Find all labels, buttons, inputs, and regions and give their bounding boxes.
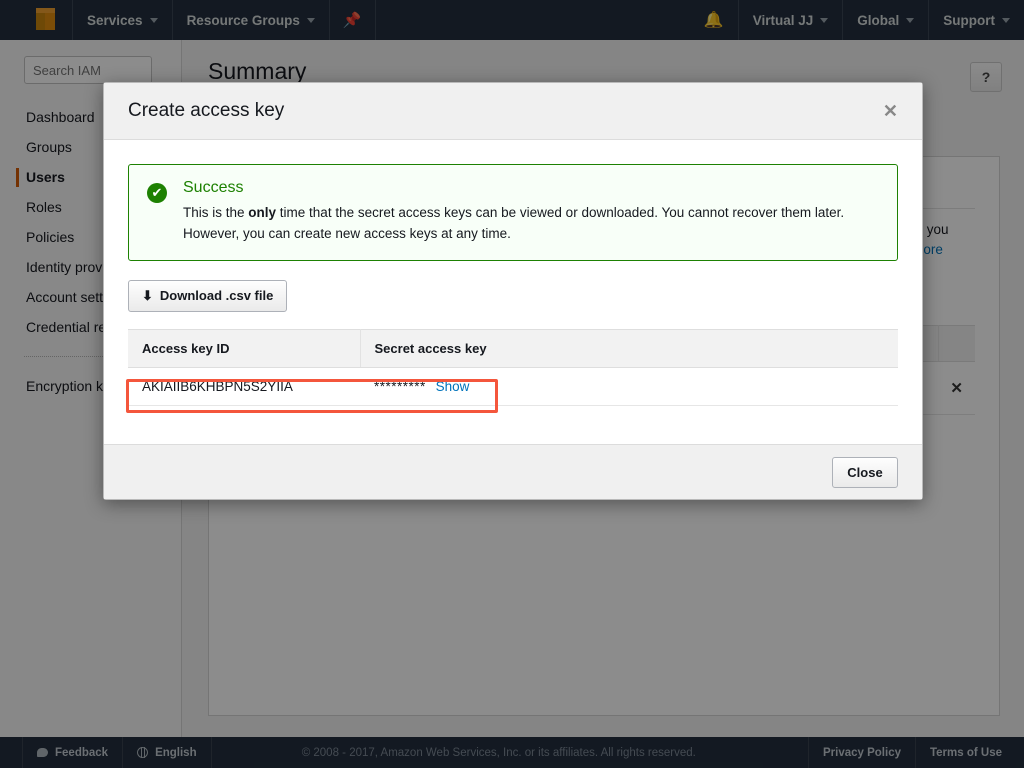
check-circle-icon: ✔ <box>147 183 167 203</box>
table-header-row: Access key ID Secret access key <box>128 329 898 368</box>
download-csv-button[interactable]: ⬇ Download .csv file <box>128 280 288 312</box>
close-x-icon[interactable]: ✕ <box>883 102 898 120</box>
close-button[interactable]: Close <box>832 456 898 488</box>
new-access-key-table-body: AKIAIIB6KHBPN5S2YIIA ********* Show <box>128 367 898 406</box>
modal-body: ✔ Success This is the only time that the… <box>104 140 922 446</box>
column-access-key-id: Access key ID <box>128 329 361 368</box>
show-secret-link[interactable]: Show <box>436 379 470 394</box>
success-alert-text: This is the only time that the secret ac… <box>183 202 879 244</box>
cell-secret-access-key: ********* Show <box>360 367 898 406</box>
column-secret-access-key: Secret access key <box>360 329 898 368</box>
modal-footer: Close <box>104 444 922 499</box>
new-access-key-table-head: Access key ID Secret access key <box>128 329 898 368</box>
modal-title: Create access key <box>128 100 285 121</box>
cell-access-key-id: AKIAIIB6KHBPN5S2YIIA <box>128 367 360 406</box>
check-glyph: ✔ <box>151 185 163 200</box>
download-csv-label: Download .csv file <box>159 288 274 303</box>
success-alert-body: Success This is the only time that the s… <box>183 179 879 244</box>
new-access-key-table: Access key ID Secret access key AKIAIIB6… <box>128 329 898 406</box>
secret-masked-value: ********* <box>374 379 426 394</box>
alert-text-part1: This is the <box>183 205 249 220</box>
alert-text-part2: time that the secret access keys can be … <box>183 205 845 241</box>
app-root: Dashboard Groups Users Roles Policies Id… <box>0 0 1024 768</box>
modal-header: Create access key ✕ <box>104 83 922 140</box>
download-icon: ⬇ <box>142 288 153 303</box>
alert-text-bold: only <box>248 205 277 220</box>
create-access-key-modal: Create access key ✕ ✔ Success This is th… <box>103 82 923 500</box>
success-alert-title: Success <box>183 179 244 196</box>
table-row: AKIAIIB6KHBPN5S2YIIA ********* Show <box>128 367 898 406</box>
download-csv-row: ⬇ Download .csv file <box>128 280 898 312</box>
success-alert: ✔ Success This is the only time that the… <box>128 164 898 261</box>
